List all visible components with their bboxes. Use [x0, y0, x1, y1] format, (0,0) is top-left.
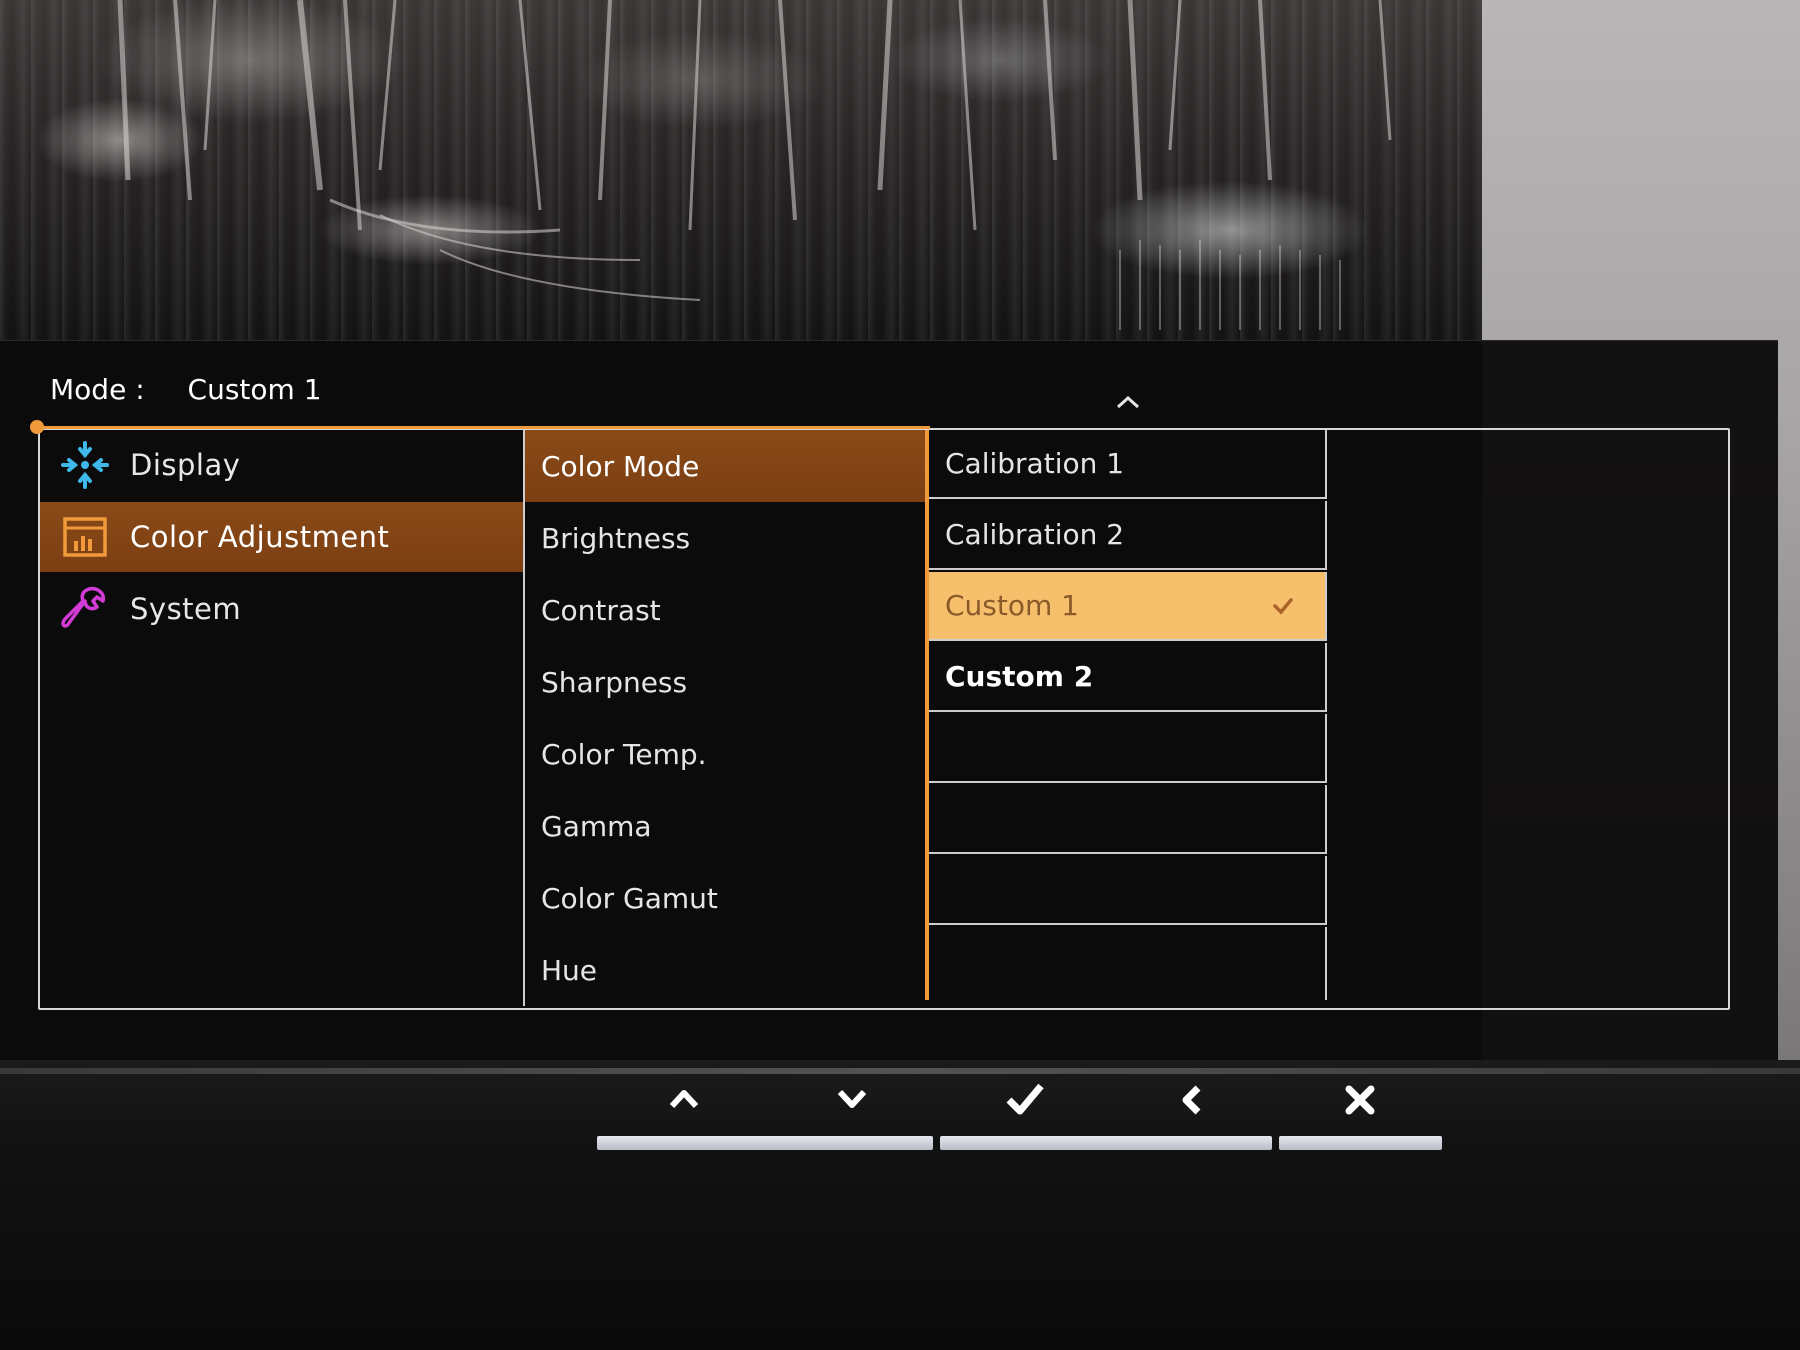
option-label: Custom 1 — [945, 589, 1079, 622]
sub-menu-item-label: Sharpness — [541, 665, 688, 699]
sub-menu-item-label: Color Temp. — [541, 737, 707, 771]
mode-value: Custom 1 — [187, 373, 322, 406]
option-empty-slot — [929, 714, 1327, 783]
close-icon[interactable] — [1340, 1080, 1380, 1120]
sub-menu-item-brightness[interactable]: Brightness — [525, 502, 925, 574]
option-custom-1[interactable]: Custom 1 — [929, 572, 1327, 641]
monitor-bezel — [0, 1060, 1800, 1350]
option-empty-slot — [929, 785, 1327, 854]
bezel-edge — [0, 1068, 1800, 1074]
checkmark-icon — [1273, 598, 1293, 615]
option-label: Calibration 1 — [945, 447, 1125, 480]
main-menu-item-system[interactable]: System — [40, 574, 523, 644]
active-path-indicator — [38, 426, 930, 429]
option-list: Calibration 1 Calibration 2 Custom 1 Cus… — [929, 430, 1329, 1000]
button-light-bar — [940, 1136, 1272, 1150]
background-photo — [0, 0, 1482, 345]
sub-menu-item-color-mode[interactable]: Color Mode — [525, 430, 925, 502]
main-menu-item-label: Display — [130, 448, 241, 482]
scroll-up-caret-icon — [1116, 395, 1140, 409]
sub-menu-item-gamma[interactable]: Gamma — [525, 790, 925, 862]
option-label: Calibration 2 — [945, 518, 1125, 551]
mode-indicator: Mode : Custom 1 — [50, 373, 322, 413]
sub-menu-item-label: Hue — [541, 953, 598, 987]
button-light-bar — [597, 1136, 933, 1150]
button-light-bar — [1279, 1136, 1442, 1150]
option-empty-slot — [929, 856, 1327, 925]
sub-menu-item-contrast[interactable]: Contrast — [525, 574, 925, 646]
sub-menu-item-sharpness[interactable]: Sharpness — [525, 646, 925, 718]
option-label: Custom 2 — [945, 660, 1094, 693]
option-empty-slot — [929, 927, 1327, 1000]
sub-menu-item-color-gamut[interactable]: Color Gamut — [525, 862, 925, 934]
sub-menu-item-label: Contrast — [541, 593, 661, 627]
back-icon[interactable] — [1172, 1080, 1212, 1120]
option-calibration-2[interactable]: Calibration 2 — [929, 501, 1327, 570]
main-menu-item-display[interactable]: Display — [40, 430, 523, 500]
main-menu-item-label: Color Adjustment — [130, 520, 390, 554]
sub-menu-item-label: Gamma — [541, 809, 652, 843]
main-menu: Display Color Adjustment System — [40, 430, 523, 1006]
main-menu-item-color-adjustment[interactable]: Color Adjustment — [40, 502, 523, 572]
monitor-screen: Mode : Custom 1 Display Color Adjustment… — [0, 0, 1800, 1350]
option-custom-2[interactable]: Custom 2 — [929, 643, 1327, 712]
down-icon[interactable] — [832, 1080, 872, 1120]
up-icon[interactable] — [664, 1080, 704, 1120]
main-menu-item-label: System — [130, 592, 242, 626]
sub-menu: Color Mode Brightness Contrast Sharpness… — [525, 430, 925, 1006]
color-adjustment-icon — [40, 502, 130, 572]
mode-label: Mode : — [50, 373, 145, 406]
sub-menu-item-label: Color Gamut — [541, 881, 718, 915]
option-calibration-1[interactable]: Calibration 1 — [929, 430, 1327, 499]
sub-menu-item-label: Brightness — [541, 521, 691, 555]
confirm-check-icon[interactable] — [1003, 1078, 1047, 1122]
sub-menu-item-hue[interactable]: Hue — [525, 934, 925, 1006]
sub-menu-item-color-temp[interactable]: Color Temp. — [525, 718, 925, 790]
display-icon — [40, 430, 130, 500]
sub-menu-item-label: Color Mode — [541, 449, 700, 483]
forest-reflection-image — [117, 0, 1392, 330]
wrench-icon — [40, 574, 130, 644]
